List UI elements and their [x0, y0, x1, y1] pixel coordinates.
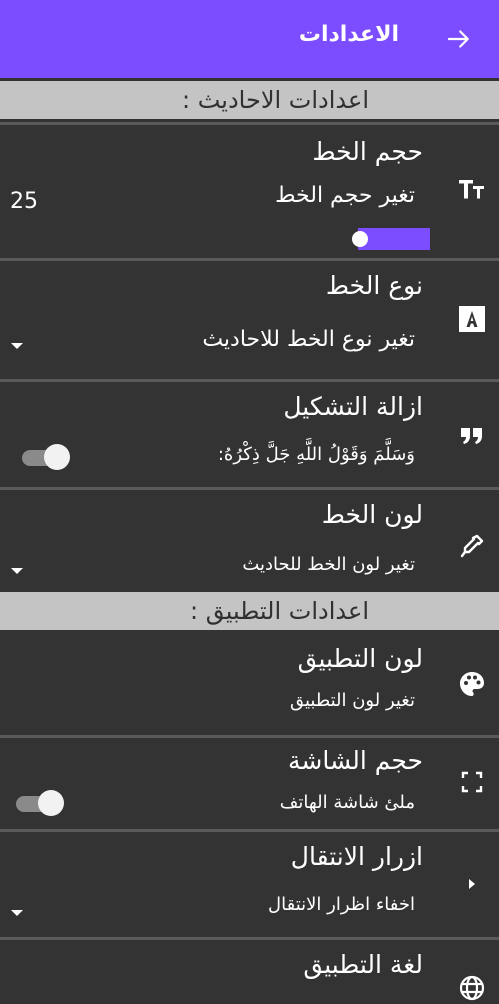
font-size-slider[interactable]: [352, 227, 430, 251]
quote-icon: [456, 420, 488, 452]
fullscreen-icon: [456, 766, 488, 798]
setting-subtitle: وَسَلَّمَ وَقَوْلُ اللَّهِ جَلَّ ذِكْرُه…: [217, 444, 415, 465]
font-color-dropdown[interactable]: [8, 562, 26, 574]
setting-app-color[interactable]: لون التطبيق تغير لون التطبيق: [0, 632, 499, 735]
navigation-buttons-dropdown[interactable]: [8, 904, 26, 916]
palette-icon: [456, 668, 488, 700]
setting-subtitle: تغير نوع الخط للاحاديث: [202, 327, 415, 352]
back-button[interactable]: [444, 24, 474, 54]
eyedropper-icon: [456, 530, 488, 562]
diacritics-toggle[interactable]: [22, 444, 70, 470]
font-letter-icon: [456, 303, 488, 335]
setting-screen-size[interactable]: حجم الشاشة ملئ شاشة الهاتف: [0, 735, 499, 829]
setting-subtitle: ملئ شاشة الهاتف: [279, 792, 415, 813]
setting-subtitle: اخفاء اظرار الانتقال: [268, 894, 415, 915]
setting-title: لون التطبيق: [297, 644, 423, 673]
toggle-thumb: [44, 444, 70, 470]
text-size-icon: [456, 173, 488, 205]
setting-app-language[interactable]: لغة التطبيق: [0, 937, 499, 1001]
globe-icon: [456, 972, 488, 1004]
app-bar: الاعدادات: [0, 0, 499, 78]
setting-title: ازالة التشكيل: [283, 392, 423, 421]
page-title: الاعدادات: [298, 22, 399, 47]
setting-title: حجم الشاشة: [287, 746, 423, 775]
setting-subtitle: تغير لون التطبيق: [289, 690, 415, 711]
setting-title: لغة التطبيق: [303, 950, 423, 979]
section-hadith-settings: اعدادات الاحاديث :: [0, 81, 499, 119]
dropdown-arrow-icon: [11, 343, 23, 349]
setting-title: حجم الخط: [312, 137, 423, 166]
screen-size-toggle[interactable]: [16, 790, 64, 816]
setting-font-type[interactable]: نوع الخط تغير نوع الخط للاحاديث: [0, 258, 499, 379]
font-size-value: 25: [10, 189, 38, 214]
setting-font-color[interactable]: لون الخط تغير لون الخط للحاديث: [0, 487, 499, 589]
setting-title: لون الخط: [321, 500, 423, 529]
setting-navigation-buttons[interactable]: ازرار الانتقال اخفاء اظرار الانتقال: [0, 829, 499, 937]
font-type-dropdown[interactable]: [8, 337, 26, 349]
slider-track: [358, 228, 430, 250]
play-arrow-icon: [456, 868, 488, 900]
dropdown-arrow-icon: [11, 568, 23, 574]
setting-remove-diacritics[interactable]: ازالة التشكيل وَسَلَّمَ وَقَوْلُ اللَّهِ…: [0, 379, 499, 487]
setting-title: ازرار الانتقال: [290, 842, 423, 871]
setting-font-size[interactable]: حجم الخط تغير حجم الخط 25: [0, 122, 499, 258]
setting-subtitle: تغير لون الخط للحاديث: [242, 554, 415, 575]
setting-subtitle: تغير حجم الخط: [275, 183, 415, 208]
toggle-thumb: [38, 790, 64, 816]
slider-thumb[interactable]: [352, 231, 368, 247]
section-app-settings: اعدادات التطبيق :: [0, 592, 499, 630]
dropdown-arrow-icon: [11, 910, 23, 916]
arrow-right-icon: [447, 30, 469, 48]
setting-title: نوع الخط: [325, 271, 423, 300]
